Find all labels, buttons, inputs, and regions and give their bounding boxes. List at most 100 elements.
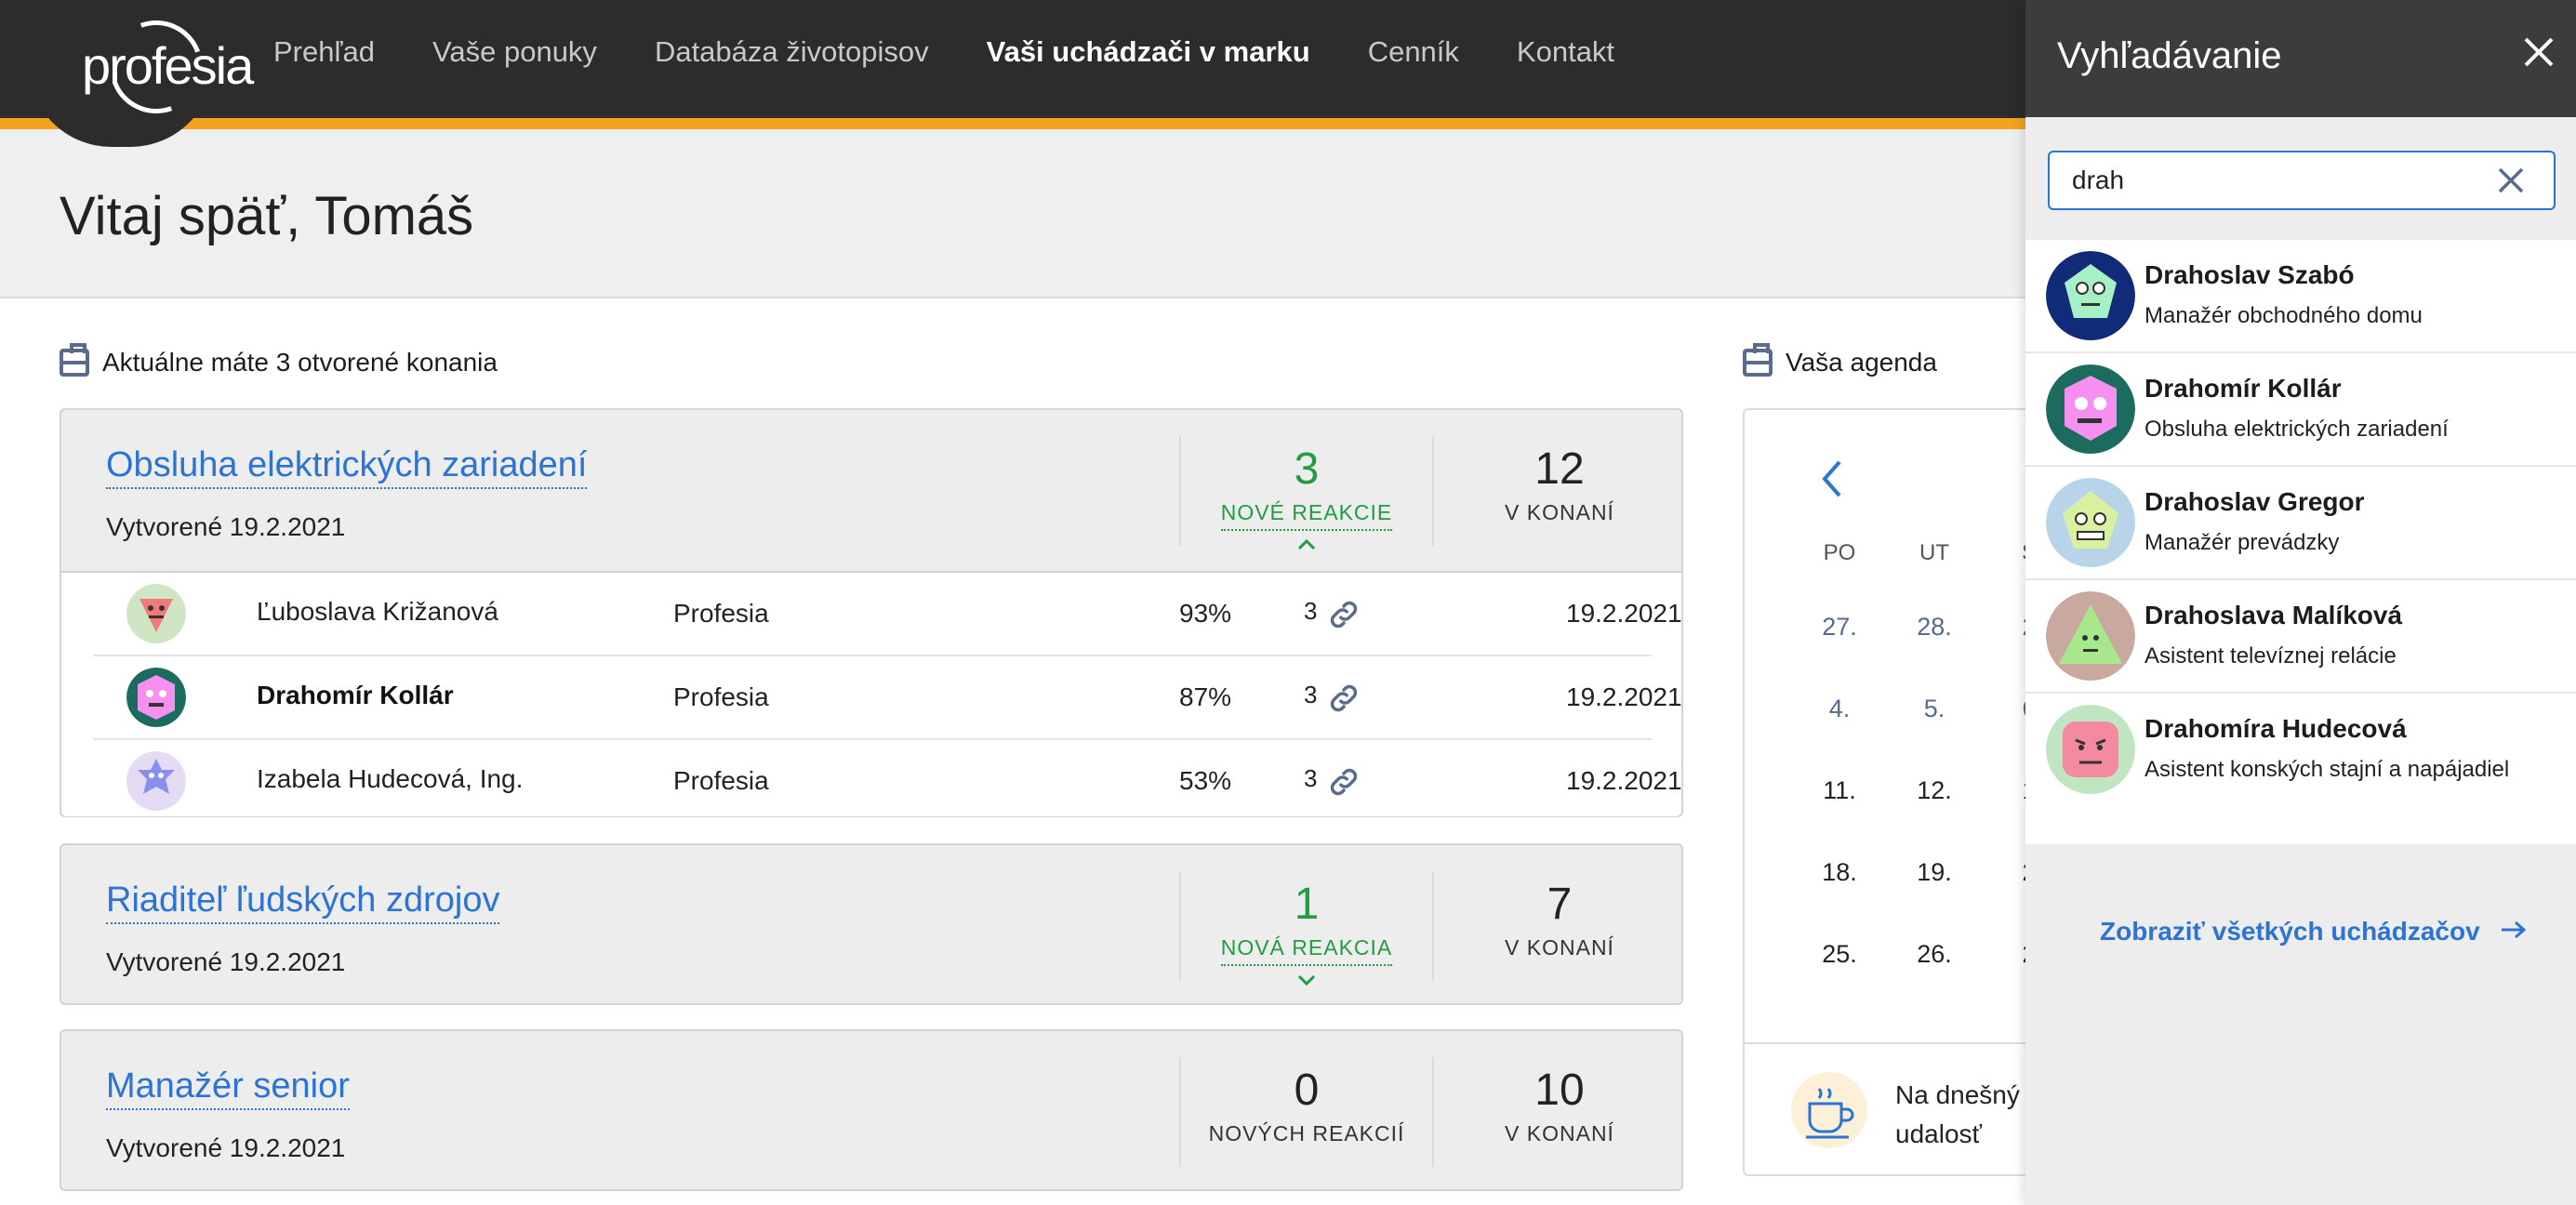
result-job: Obsluha elektrických zariadení [2144,417,2449,442]
calendar-day[interactable]: 12. [1906,776,1962,805]
result-job: Manažér prevádzky [2144,530,2340,555]
new-responses-count: 1 [1294,880,1320,929]
nav-item-overview[interactable]: Prehľad [273,35,375,69]
result-name: Drahoslav Gregor [2144,487,2365,516]
link-count: 3 [1304,681,1318,708]
agenda-heading-text: Vaša agenda [1786,348,1937,377]
in-progress-count: 10 [1534,1066,1585,1115]
candidate-row[interactable]: Ľuboslava Križanová Profesia 93% 3 19.2.… [93,573,1682,656]
job-card: Obsluha elektrických zariadení Vytvorené… [60,408,1683,817]
close-icon[interactable] [2518,32,2559,73]
nav-item-contact[interactable]: Kontakt [1517,35,1614,69]
candidate-name[interactable]: Drahomír Kollár [257,681,454,710]
openings-heading: Aktuálne máte 3 otvorené konania [60,343,498,377]
search-panel: Vyhľadávanie Drahoslav Szabó Manažér obc… [2025,0,2576,1205]
candidate-row[interactable]: Izabela Hudecová, Ing. Profesia 53% 3 19… [93,740,1682,824]
job-title[interactable]: Obsluha elektrických zariadení [106,445,588,489]
result-avatar [2046,705,2135,794]
candidate-date: 19.2.2021 [1566,599,1682,628]
calendar-day[interactable]: 11. [1812,776,1867,805]
calendar-day[interactable]: 26. [1906,940,1962,969]
candidate-match: 53% [1179,766,1232,795]
briefcase-icon [1743,343,1773,377]
candidate-match: 87% [1179,682,1232,711]
search-field [2048,151,2556,210]
main-nav: Prehľad Vaše ponuky Databáza životopisov… [273,35,1672,69]
candidate-source: Profesia [673,599,769,628]
logo: profesia [82,36,254,95]
new-responses-stat[interactable]: 1 NOVÁ REAKCIA [1181,879,1432,992]
openings-heading-text: Aktuálne máte 3 otvorené konania [102,348,498,377]
new-responses-label: NOVÁ REAKCIA [1220,935,1393,966]
chevron-left-icon[interactable] [1819,458,1845,499]
search-panel-title: Vyhľadávanie [2057,35,2282,76]
link-count: 3 [1304,764,1318,792]
in-progress-label: V KONANÍ [1505,935,1614,960]
job-created-date: Vytvorené 19.2.2021 [106,947,346,976]
search-input[interactable] [2072,162,2481,199]
page-title: Vitaj späť, Tomáš [60,186,474,246]
chevron-up-icon [1181,533,1432,557]
link-icon[interactable] [1326,681,1361,716]
job-card: Manažér senior Vytvorené 19.2.2021 0 NOV… [60,1029,1683,1191]
in-progress-stat: 12 V KONANÍ [1434,444,1685,525]
candidate-name[interactable]: Ľuboslava Križanová [257,597,498,627]
briefcase-icon [60,343,89,377]
link-icon[interactable] [1326,764,1361,800]
search-result-item[interactable]: Drahoslava Malíková Asistent televíznej … [2025,580,2576,694]
search-result-item[interactable]: Drahoslav Gregor Manažér prevádzky [2025,467,2576,580]
candidate-avatar [126,584,186,643]
calendar-day[interactable]: 18. [1812,858,1867,887]
search-panel-header: Vyhľadávanie [2025,0,2576,117]
result-name: Drahomír Kollár [2144,374,2342,403]
calendar-day[interactable]: 19. [1906,858,1962,887]
result-name: Drahoslav Szabó [2144,260,2355,289]
calendar-day[interactable]: 28. [1906,613,1962,642]
job-created-date: Vytvorené 19.2.2021 [106,1133,346,1162]
link-icon[interactable] [1326,597,1361,632]
calendar-day[interactable]: 25. [1812,940,1867,969]
in-progress-count: 12 [1534,444,1585,494]
candidate-avatar [126,668,186,727]
new-responses-label: NOVÉ REAKCIE [1220,500,1393,531]
search-result-item[interactable]: Drahoslav Szabó Manažér obchodného domu [2025,240,2576,353]
search-result-item[interactable]: Drahomíra Hudecová Asistent konských sta… [2025,694,2576,831]
nav-item-cv-database[interactable]: Databáza životopisov [655,35,929,69]
candidate-match: 93% [1179,599,1232,628]
job-title[interactable]: Manažér senior [106,1066,350,1110]
clear-icon[interactable] [2494,164,2528,197]
new-responses-stat: 0 NOVÝCH REAKCIÍ [1181,1065,1432,1146]
candidate-name[interactable]: Izabela Hudecová, Ing. [257,764,523,794]
calendar-day[interactable]: 4. [1812,695,1867,723]
nav-item-applicants[interactable]: Vaši uchádzači v marku [987,35,1310,69]
candidate-avatar [126,751,186,811]
new-responses-label: NOVÝCH REAKCIÍ [1208,1121,1405,1145]
search-result-item[interactable]: Drahomír Kollár Obsluha elektrických zar… [2025,353,2576,467]
candidate-date: 19.2.2021 [1566,682,1682,711]
new-responses-stat[interactable]: 3 NOVÉ REAKCIE [1181,444,1432,557]
new-responses-count: 3 [1294,444,1320,494]
result-avatar [2046,591,2135,681]
candidate-row[interactable]: Drahomír Kollár Profesia 87% 3 19.2.2021 [93,656,1682,740]
candidate-list: Ľuboslava Križanová Profesia 93% 3 19.2.… [61,571,1682,816]
calendar-day[interactable]: 27. [1812,613,1867,642]
logo-badge[interactable]: profesia [28,0,254,147]
weekday-label: PO [1823,540,1856,565]
show-all-applicants-link[interactable]: Zobraziť všetkých uchádzačov [2100,917,2528,947]
calendar-day[interactable]: 5. [1906,695,1962,723]
result-avatar [2046,251,2135,340]
nav-item-pricing[interactable]: Cenník [1368,35,1459,69]
result-job: Asistent televíznej relácie [2144,643,2397,669]
link-count: 3 [1304,597,1318,625]
search-results: Drahoslav Szabó Manažér obchodného domu … [2025,240,2576,844]
result-job: Asistent konských stajní a napájadiel [2144,757,2510,782]
agenda-empty-line1: Na dnešný [1895,1080,2020,1109]
candidate-source: Profesia [673,682,769,711]
agenda-empty-message: Na dnešný udalosť [1895,1076,2020,1154]
nav-item-offers[interactable]: Vaše ponuky [432,35,597,69]
arrow-right-icon [2502,920,2527,939]
in-progress-stat: 7 V KONANÍ [1434,879,1685,960]
in-progress-label: V KONANÍ [1505,500,1614,524]
candidate-date: 19.2.2021 [1566,766,1682,795]
job-title[interactable]: Riaditeľ ľudských zdrojov [106,881,500,924]
